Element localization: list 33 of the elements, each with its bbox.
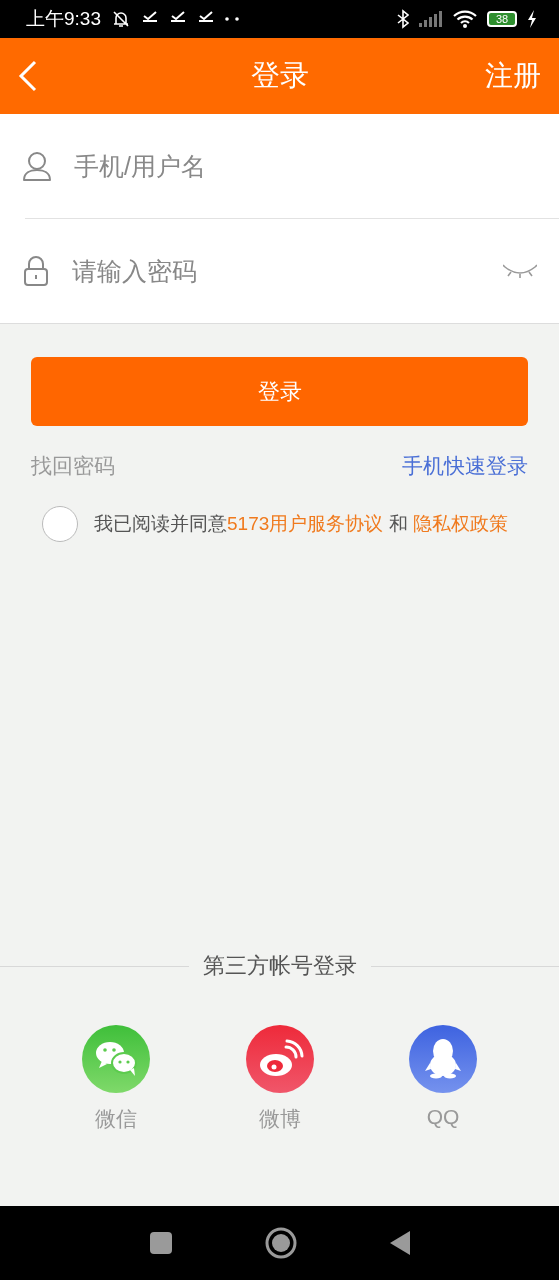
agreement-link[interactable]: 5173用户服务协议 — [227, 513, 384, 534]
agreement-text: 我已阅读并同意5173用户服务协议 和 隐私权政策 — [94, 512, 508, 536]
user-icon — [22, 150, 52, 182]
status-time: 上午9:33 — [26, 7, 101, 31]
battery-icon: 38 — [487, 11, 517, 27]
section-title: 第三方帐号登录 — [202, 952, 357, 980]
register-link[interactable]: 注册 — [485, 57, 541, 95]
bluetooth-icon — [397, 9, 409, 29]
agreement-checkbox[interactable] — [42, 506, 78, 542]
agreement-link[interactable]: 隐私权政策 — [412, 513, 508, 534]
charging-bolt-icon — [527, 10, 537, 28]
muted-bell-icon — [111, 9, 131, 29]
login-button[interactable]: 登录 — [31, 357, 528, 426]
chat-bubbles-icon — [82, 1025, 150, 1093]
input-field[interactable]: 手机/用户名 — [74, 146, 537, 186]
wifi-icon — [453, 10, 477, 28]
recover-password-link[interactable]: 找回密码 — [31, 452, 115, 480]
lock-icon — [22, 255, 50, 287]
back-triangle-icon[interactable] — [388, 1230, 411, 1256]
home-icon[interactable] — [264, 1227, 297, 1259]
penguin-icon — [409, 1025, 477, 1093]
recents-icon[interactable] — [148, 1231, 173, 1255]
social-login-button[interactable]: QQ — [409, 1025, 477, 1133]
page-title: 登录 — [250, 58, 309, 93]
more-dots-icon — [225, 17, 239, 21]
social-login-button[interactable]: 微博 — [245, 1025, 314, 1133]
eye-swirl-icon — [245, 1025, 314, 1093]
back-icon[interactable] — [18, 60, 38, 92]
phone-login-link[interactable]: 手机快速登录 — [402, 452, 528, 480]
signal-icon — [419, 11, 443, 27]
social-login-button[interactable]: 微信 — [82, 1025, 150, 1133]
input-field[interactable]: 请输入密码 — [72, 251, 481, 291]
closed-eye-icon[interactable] — [503, 264, 537, 278]
